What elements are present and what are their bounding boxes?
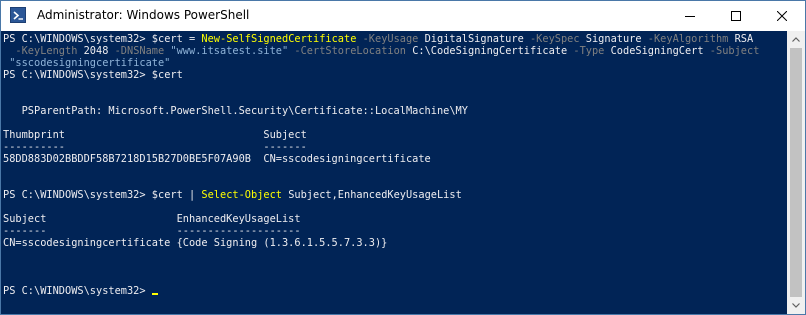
vertical-scrollbar[interactable] [787,31,805,314]
minimize-button[interactable] [667,1,713,31]
text-cursor [151,293,158,295]
table-header: Subject EnhancedKeyUsageList [3,213,301,225]
title-bar[interactable]: Administrator: Windows PowerShell [1,1,805,31]
command-line-1: PS C:\WINDOWS\system32> $cert = New-Self… [3,33,753,45]
scroll-down-button[interactable] [787,297,805,314]
command-line-2: PS C:\WINDOWS\system32> $cert [3,69,183,81]
maximize-icon [731,11,741,21]
parameter-token: -KeyUsage [356,33,419,45]
powershell-icon [10,7,26,23]
argument-token: RSA [728,33,754,45]
string-token: "sscodesigningcertificate" [9,57,171,69]
scrollbar-thumb[interactable] [790,48,802,297]
parameter-token: -KeyAlgorithm [641,33,729,45]
parameter-token: -KeyLength [9,45,78,57]
variable-token: $cert [151,69,183,81]
minimize-icon [685,16,695,17]
maximize-button[interactable] [713,1,759,31]
argument-token: Signature [579,33,642,45]
ps-parent-path: PSParentPath: Microsoft.PowerShell.Secur… [3,105,468,117]
string-token: "www.itsatest.site" [164,45,289,57]
scroll-up-button[interactable] [787,31,805,48]
argument-token: DigitalSignature [418,33,524,45]
variable-token: $cert [151,33,183,45]
cmdlet-token: New-SelfSignedCertificate [201,33,357,45]
operator-token: = [182,33,202,45]
argument-token: CodeSigningCert [604,45,704,57]
variable-token: $cert [151,189,183,201]
command-line-1-wrap-2: "sscodesigningcertificate" [3,57,170,69]
parameter-token: -DNSName [108,45,165,57]
table-row: 58DD883D02BBDDF58B7218D15B27D0BE5F07A90B… [3,153,431,165]
close-icon [777,11,787,21]
command-line-1-wrap-1: -KeyLength 2048 -DNSName "www.itsatest.s… [3,45,759,57]
argument-token: 2048 [77,45,109,57]
command-line-3: PS C:\WINDOWS\system32> $cert | Select-O… [3,189,462,201]
parameter-token: -KeySpec [523,33,580,45]
prompt: PS C:\WINDOWS\system32> [3,189,152,201]
chevron-down-icon [792,303,800,308]
parameter-token: -CertStoreLocation [288,45,406,57]
argument-token: C:\CodeSigningCertificate [406,45,568,57]
argument-token: Subject,EnhancedKeyUsageList [282,189,462,201]
prompt: PS C:\WINDOWS\system32> [3,69,152,81]
parameter-token: -Type [567,45,605,57]
parameter-token: -Subject [703,45,760,57]
window-title: Administrator: Windows PowerShell [37,8,250,22]
console-output[interactable]: PS C:\WINDOWS\system32> $cert = New-Self… [1,31,787,314]
chevron-up-icon [792,37,800,42]
table-header: Thumbprint Subject [3,129,307,141]
close-button[interactable] [759,1,805,31]
powershell-window: Administrator: Windows PowerShell PS C:\… [0,0,806,315]
cmdlet-token: Select-Object [201,189,282,201]
pipe-token: | [182,189,202,201]
prompt: PS C:\WINDOWS\system32> [3,285,152,297]
prompt: PS C:\WINDOWS\system32> [3,33,152,45]
table-row: CN=sscodesigningcertificate {Code Signin… [3,237,388,249]
table-header-underline: ---------- ------- [3,141,307,153]
command-line-4: PS C:\WINDOWS\system32> [3,285,158,297]
table-header-underline: ------- -------------------- [3,225,301,237]
